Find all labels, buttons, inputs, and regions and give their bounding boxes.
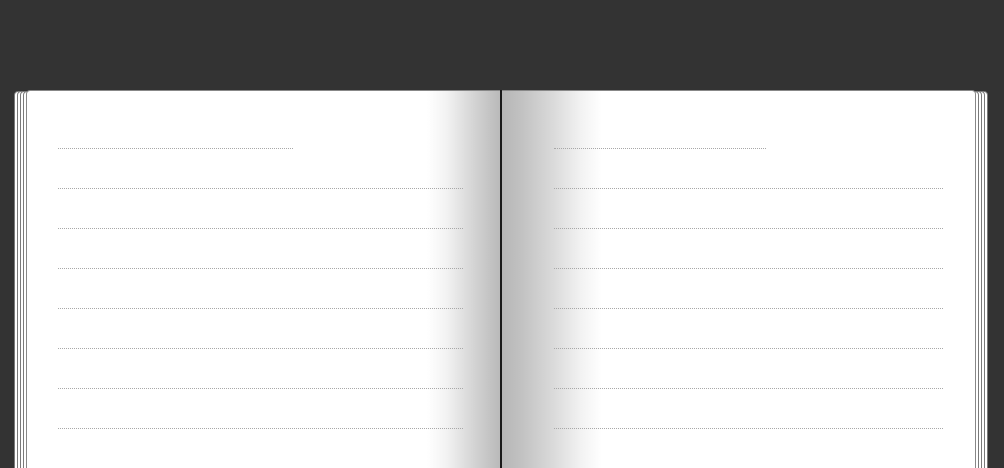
left-page-line[interactable]	[58, 348, 463, 349]
right-page-line[interactable]	[554, 348, 943, 349]
right-page-line[interactable]	[554, 428, 943, 429]
right-page-line[interactable]	[554, 308, 943, 309]
left-page-line[interactable]	[58, 428, 463, 429]
left-page-line[interactable]	[58, 228, 463, 229]
right-page-line[interactable]	[554, 228, 943, 229]
left-page-title-line[interactable]	[58, 148, 293, 149]
left-page-line[interactable]	[58, 308, 463, 309]
right-page-line[interactable]	[554, 268, 943, 269]
open-notebook	[14, 90, 988, 468]
left-page-line[interactable]	[58, 388, 463, 389]
right-page-line[interactable]	[554, 188, 943, 189]
left-page-line[interactable]	[58, 268, 463, 269]
left-page[interactable]	[26, 90, 501, 468]
right-page-line[interactable]	[554, 388, 943, 389]
right-page[interactable]	[502, 90, 976, 468]
app-background	[0, 0, 1004, 468]
right-page-title-line[interactable]	[554, 148, 766, 149]
left-page-line[interactable]	[58, 188, 463, 189]
